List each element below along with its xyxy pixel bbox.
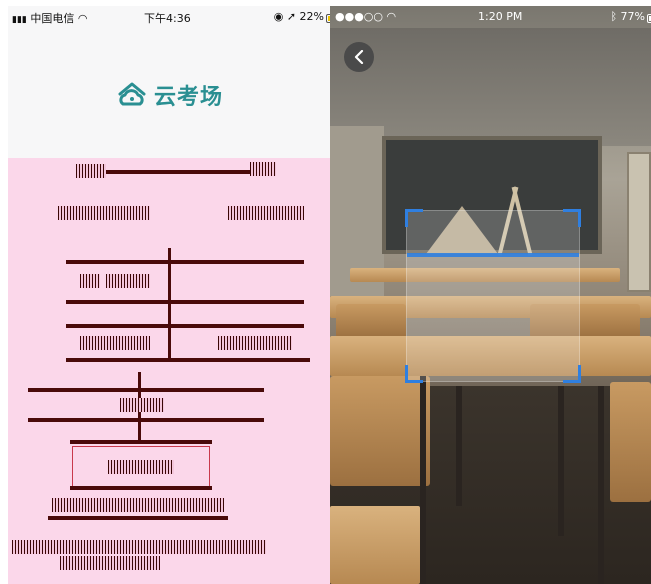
status-right: ᛒ 77%: [610, 10, 651, 23]
battery-percent: 22%: [299, 10, 324, 23]
glitch-bar: [102, 170, 252, 174]
wifi-icon: ◠: [386, 10, 397, 23]
left-phone-screen: ▮▮▮ 中国电信 ◠ 下午4:36 ◉ ➚ 22% 云考场: [8, 6, 330, 584]
glitch-block: [120, 398, 164, 412]
chair: [610, 382, 651, 502]
wall-poster: [627, 152, 651, 292]
glitch-block: [58, 206, 150, 220]
glitch-bar: [66, 358, 310, 362]
app-name: 云考场: [154, 85, 224, 110]
glitch-block: [250, 162, 276, 176]
carrier-label: ▮▮▮ 中国电信 ◠: [12, 10, 87, 26]
signal-strength: ●●●○○ ◠: [335, 10, 396, 23]
location-icon: ➚: [286, 10, 297, 23]
glitch-block: [218, 336, 292, 350]
glitch-bar: [70, 440, 212, 444]
glitch-bar: [66, 324, 304, 328]
battery-percent: 77%: [620, 10, 645, 23]
scan-corner: [405, 365, 423, 383]
glitch-bar: [66, 300, 304, 304]
glitch-block: [60, 556, 160, 570]
scan-corner: [563, 209, 581, 227]
status-bar: ▮▮▮ 中国电信 ◠ 下午4:36 ◉ ➚ 22%: [8, 6, 330, 28]
glitch-bar: [28, 418, 264, 422]
carrier-text: 中国电信: [30, 12, 75, 25]
battery-icon: [647, 14, 651, 23]
glitch-block: [106, 274, 150, 288]
scan-line: [407, 253, 579, 257]
glitch-block: [52, 498, 224, 512]
glitch-block: [80, 274, 100, 288]
home-cloud-icon: [118, 82, 146, 106]
status-bar: ●●●○○ ◠ 1:20 PM ᛒ 77%: [330, 6, 651, 28]
glitch-block: [228, 206, 304, 220]
back-button[interactable]: [344, 42, 374, 72]
desk-leg: [558, 386, 564, 536]
bluetooth-icon: ᛒ: [610, 10, 618, 23]
scan-corner: [563, 365, 581, 383]
glitch-bar: [66, 260, 304, 264]
scan-corner: [405, 209, 423, 227]
glitch-block: [76, 164, 106, 178]
chevron-left-icon: [354, 50, 364, 64]
lock-rotation-icon: ◉: [273, 10, 284, 23]
status-right: ◉ ➚ 22%: [273, 10, 330, 23]
desk-leg: [456, 386, 462, 506]
status-time: 下午4:36: [144, 12, 191, 25]
right-phone-camera-screen: ●●●○○ ◠ 1:20 PM ᛒ 77%: [330, 6, 651, 584]
chair: [330, 376, 430, 486]
signal-icon: ▮▮▮: [12, 15, 27, 25]
chair: [336, 304, 406, 338]
glitch-block: [12, 540, 266, 554]
wifi-icon: ◠: [77, 12, 88, 25]
desk-leg: [420, 376, 426, 584]
signal-dots: ●●●○○: [335, 10, 383, 23]
glitch-bar: [48, 516, 228, 520]
app-logo: 云考场: [116, 78, 223, 112]
glitch-bar: [70, 486, 212, 490]
glitch-block: [80, 336, 150, 350]
corrupted-content-area: [8, 158, 330, 584]
status-time: 1:20 PM: [478, 10, 523, 23]
desk-leg: [598, 386, 604, 584]
desk: [330, 506, 420, 584]
glitch-bar: [28, 388, 264, 392]
glitch-block: [108, 460, 174, 474]
scan-frame: [405, 209, 581, 383]
